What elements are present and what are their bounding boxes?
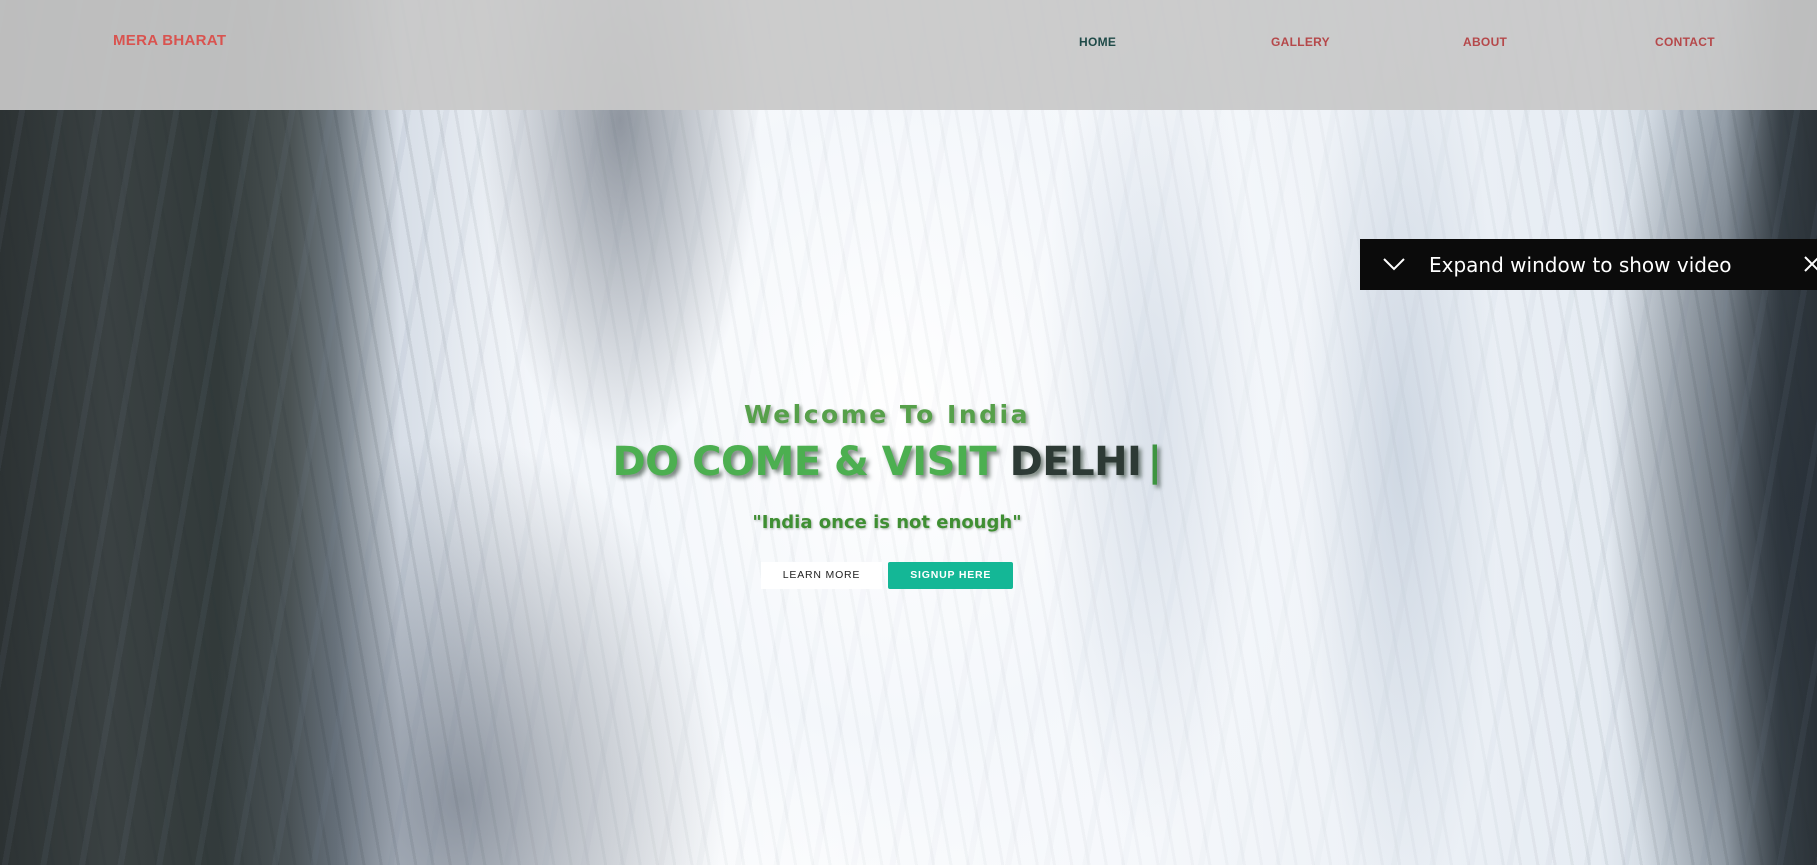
nav-link-gallery[interactable]: GALLERY — [1271, 35, 1330, 49]
chevron-down-icon[interactable] — [1380, 253, 1408, 275]
typing-cursor: | — [1147, 439, 1162, 485]
video-popup-bar[interactable]: Expand window to show video — [1360, 239, 1817, 290]
hero-section: Welcome To India DO COME & VISIT DELHI | … — [0, 400, 1774, 589]
page: MERA BHARAT HOME GALLERY ABOUT CONTACT E… — [0, 0, 1817, 865]
hero-headline-prefix: DO COME & VISIT — [612, 439, 997, 485]
nav-link-home[interactable]: HOME — [1079, 35, 1116, 49]
learn-more-button[interactable]: LEARN MORE — [760, 561, 883, 589]
nav-link-about[interactable]: ABOUT — [1463, 35, 1507, 49]
navbar: MERA BHARAT HOME GALLERY ABOUT CONTACT — [0, 0, 1817, 110]
hero-headline-city: DELHI — [1009, 439, 1142, 485]
hero-welcome-heading: Welcome To India — [744, 400, 1030, 429]
brand-logo-link[interactable]: MERA BHARAT — [113, 32, 226, 49]
signup-button[interactable]: SIGNUP HERE — [888, 561, 1014, 589]
nav-link-contact[interactable]: CONTACT — [1655, 35, 1715, 49]
hero-buttons: LEARN MORE SIGNUP HERE — [760, 561, 1014, 589]
hero-quote: "India once is not enough" — [752, 511, 1022, 533]
close-icon[interactable] — [1802, 254, 1817, 274]
hero-headline: DO COME & VISIT DELHI | — [0, 439, 1774, 485]
video-popup-text: Expand window to show video — [1429, 253, 1732, 277]
